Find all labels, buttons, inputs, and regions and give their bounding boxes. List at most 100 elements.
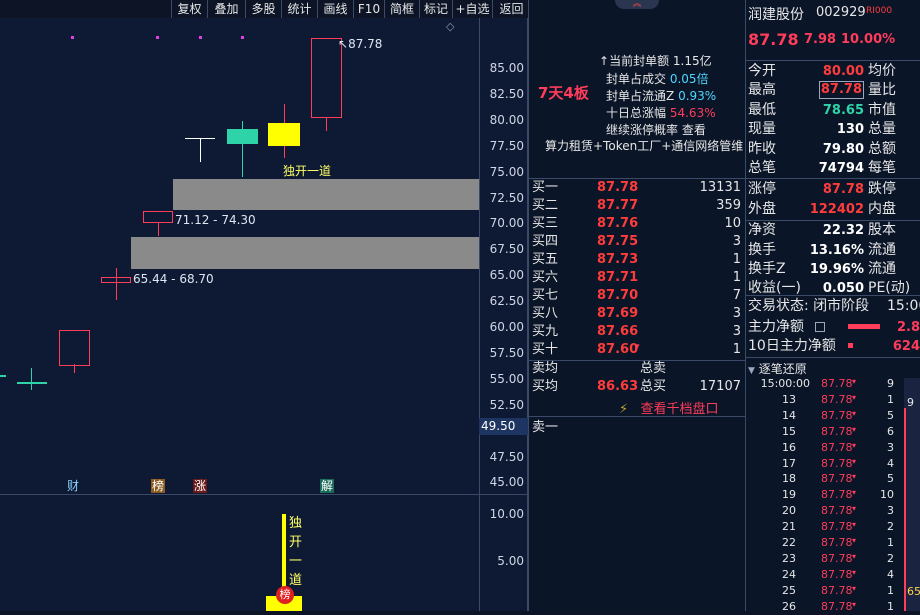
bid-row[interactable]: 买五 87.73 1 (529, 251, 745, 269)
kline-chart[interactable]: 85.00 82.50 80.00 77.50 75.00 72.50 70.00 67.50… (0, 18, 528, 611)
bid-volume: 3 (732, 306, 741, 321)
tag-finance[interactable]: 财 (66, 479, 80, 493)
toolbar-button-2[interactable]: 多股 (245, 0, 281, 18)
range-band-lower (131, 237, 479, 269)
bid-row[interactable]: 买三 87.76 10 (529, 215, 745, 233)
marker-dot (199, 36, 202, 39)
y-tick-label: 77.50 (489, 138, 524, 153)
toolbar-button-0[interactable]: 复权 (171, 0, 207, 18)
main-net-value: 2.8 (896, 320, 920, 335)
bid-row[interactable]: 买七 87.70 7 (529, 287, 745, 305)
tick-price: 87.78 (821, 440, 853, 454)
tick-volume: 1 (887, 599, 894, 613)
stat-label: 总笔 (748, 160, 776, 176)
list-icon[interactable] (815, 322, 825, 332)
candle-wick (31, 368, 32, 390)
range-lower-label: 65.44 - 68.70 (133, 272, 214, 286)
y-tick-label: 52.50 (489, 397, 524, 412)
panel-divider (528, 0, 529, 611)
stat-label: 换手 (748, 241, 776, 258)
side-label: 9 (907, 396, 914, 409)
toolbar-button-8[interactable]: +自选 (452, 0, 492, 18)
tick-price: 87.78 (821, 567, 853, 581)
diamond-icon[interactable]: ◇ (446, 21, 456, 32)
tick-price: 87.78 (821, 488, 853, 502)
flag-badge: RI000 (866, 6, 892, 16)
toolbar-button-6[interactable]: 简框 (384, 0, 419, 18)
continue-view-link[interactable]: 查看 (682, 123, 706, 137)
down-arrow-icon: ▾ (852, 377, 857, 386)
stat-value: 19.96% (809, 262, 864, 277)
bid-price: 87.66 (597, 324, 639, 339)
toolbar-button-4[interactable]: 画线 (317, 0, 353, 18)
bid-label: 买三 (532, 216, 559, 231)
sub-y-tick-label: 5.00 (497, 554, 524, 568)
ten-main-net-label: 10日主力净额 (748, 338, 836, 354)
marker-dot (156, 36, 159, 39)
tick-row: 24 87.78 ▾ 4 (746, 567, 920, 583)
seal-amount: ↑当前封单额 1.15亿 (599, 52, 712, 69)
bid-price: 87.60 (597, 342, 639, 357)
down-arrow-icon: ▾ (852, 504, 857, 514)
tag-unlock[interactable]: 解 (320, 479, 335, 493)
sell-avg-label: 卖均 (532, 361, 559, 376)
tick-title[interactable]: ▼ 逐笔还原 (748, 360, 807, 377)
bid-row[interactable]: 买四 87.75 3 (529, 233, 745, 251)
down-arrow-icon: ▾ (852, 583, 857, 593)
bid-label: 买五 (532, 252, 559, 267)
y-tick-label: 45.00 (489, 475, 524, 490)
tick-volume: 6 (887, 424, 894, 438)
stat-value: 13.16% (809, 242, 864, 258)
y-tick-label: 60.00 (489, 320, 524, 334)
stat-label-secondary: 量比 (868, 82, 896, 99)
collapse-toggle-icon[interactable]: ︽ (615, 0, 659, 9)
tag-limit-up[interactable]: 涨 (193, 479, 208, 493)
stat-label-secondary: 流通 (868, 241, 896, 258)
stat-label-secondary: 股本 (868, 222, 896, 239)
tick-price: 87.78 (821, 536, 853, 549)
bid-volume: 1 (732, 270, 741, 285)
up-arrow-icon: ↑ (599, 54, 610, 68)
cursor-price: 49.50 (481, 419, 516, 433)
y-tick-label: 65.00 (489, 268, 524, 283)
down-arrow-icon: ▾ (852, 536, 857, 545)
tick-row: 15 87.78 ▾ 6 (746, 424, 920, 440)
bid-row[interactable]: 买六 87.71 1 (529, 269, 745, 287)
tag-billboard[interactable]: 榜 (151, 479, 166, 493)
toolbar-button-1[interactable]: 叠加 (207, 0, 245, 18)
stat-value: 22.32 (822, 223, 864, 239)
divider (746, 295, 920, 296)
candle-wick (158, 222, 159, 236)
bid-label: 买七 (532, 288, 559, 303)
total-buy-label: 总买 (640, 379, 667, 394)
toolbar-button-9[interactable]: 返回 (492, 0, 530, 18)
tick-time: 23 (782, 551, 796, 565)
tick-price: 87.78 (821, 520, 853, 534)
stat-value: 122402 (809, 201, 864, 217)
candle-wick (200, 138, 201, 162)
ten-main-net-value: 624 (892, 339, 920, 354)
tick-time: 16 (782, 440, 796, 454)
bid-volume: 3 (732, 324, 741, 339)
tick-row: 19 87.78 ▾ 10 (746, 487, 920, 503)
toolbar-button-3[interactable]: 统计 (281, 0, 317, 18)
price-change-pct: 10.00% (841, 32, 896, 47)
bid-row[interactable]: 买八 87.69 3 (529, 305, 745, 323)
bid-row[interactable]: 买一 87.78 13131 (529, 179, 745, 197)
tick-row: 18 87.78 ▾ 5 (746, 471, 920, 487)
bid-row[interactable]: 买二 87.77 359 (529, 197, 745, 215)
stat-value: 87.78 (818, 81, 864, 100)
toolbar-button-5[interactable]: F10 (353, 0, 384, 18)
seal-amount-value: 1.15亿 (672, 54, 712, 68)
tick-time: 13 (782, 392, 796, 406)
vertical-char: 道 (289, 573, 303, 588)
y-tick-label: 57.50 (489, 345, 524, 360)
bid-row[interactable]: 买十 87.60 1 ▾ (529, 341, 745, 359)
toolbar-button-7[interactable]: 标记 (419, 0, 452, 18)
view-depth-link[interactable]: ⚡ 查看千档盘口 (619, 398, 719, 417)
candle-up (59, 330, 90, 366)
sell-summary-row: 卖均 总卖 (529, 360, 745, 378)
down-arrow-icon: ▾ (852, 599, 857, 609)
candle-wick (116, 268, 117, 300)
bid-label: 买九 (532, 324, 559, 339)
